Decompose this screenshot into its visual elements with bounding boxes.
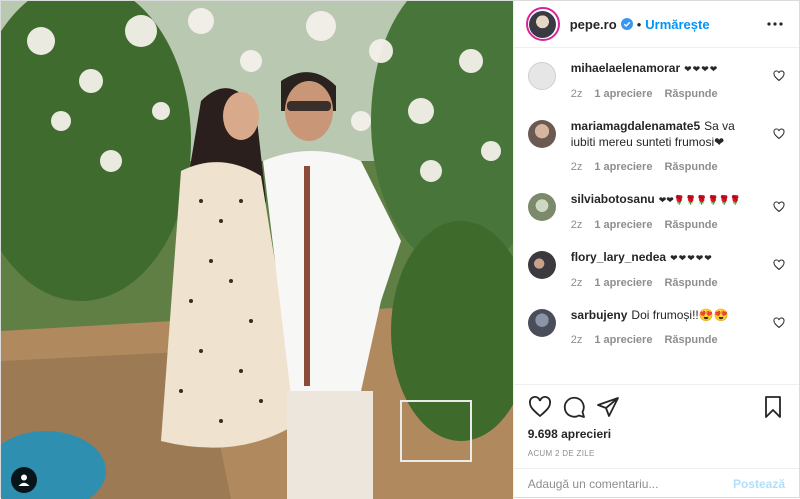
comment-likes[interactable]: 1 apreciere [594, 86, 652, 102]
commenter-avatar[interactable] [527, 193, 556, 221]
share-plane-icon[interactable] [596, 395, 620, 419]
commenter-username[interactable]: flory_lary_nedea [571, 250, 666, 264]
post-timestamp[interactable]: ACUM 2 DE ZILE [528, 449, 785, 458]
like-comment-heart-icon[interactable] [773, 128, 785, 140]
comment-item: mariamagdalenamate5 Sa va iubiti mereu su… [527, 118, 785, 175]
comment-likes[interactable]: 1 apreciere [594, 332, 652, 348]
commenter-username[interactable]: mariamagdalenamate5 [571, 119, 700, 133]
comment-text: ❤❤🌹🌹🌹🌹🌹🌹 [658, 195, 742, 205]
action-icons [528, 393, 785, 421]
comment-likes[interactable]: 1 apreciere [594, 275, 652, 291]
user-icon [18, 474, 30, 486]
verified-badge-icon [620, 18, 633, 30]
header-separator: • [636, 16, 642, 32]
post-header: pepe.ro • Urmărește [513, 1, 799, 48]
comment-text: ❤❤❤❤ [684, 64, 719, 74]
commenter-avatar[interactable] [527, 309, 556, 337]
comment-age[interactable]: 2z [571, 159, 583, 175]
reply-button[interactable]: Răspunde [664, 159, 717, 175]
comment-age[interactable]: 2z [571, 275, 583, 291]
post-comment-button[interactable]: Postează [733, 477, 785, 491]
save-bookmark-icon[interactable] [761, 395, 785, 419]
reply-button[interactable]: Răspunde [664, 86, 717, 102]
post-photo-illustration [1, 1, 513, 499]
comment-bubble-icon[interactable] [562, 395, 586, 419]
instagram-post: pepe.ro • Urmărește mihaelaelenamorar ❤❤❤… [0, 0, 800, 499]
comment-text: Doi frumoși!!😍😍 [631, 308, 729, 322]
reply-button[interactable]: Răspunde [664, 217, 717, 233]
comment-item: sarbujeny Doi frumoși!!😍😍 2z 1 apreciere … [527, 307, 785, 348]
like-comment-heart-icon[interactable] [773, 317, 785, 329]
comment-likes[interactable]: 1 apreciere [594, 159, 652, 175]
commenter-avatar[interactable] [527, 62, 556, 90]
more-options-button[interactable] [765, 14, 785, 34]
comment-item: flory_lary_nedea ❤❤❤❤❤ 2z 1 apreciere Răs… [527, 249, 785, 291]
post-sidebar: pepe.ro • Urmărește mihaelaelenamorar ❤❤❤… [512, 1, 799, 499]
commenter-username[interactable]: sarbujeny [571, 308, 628, 322]
likes-count[interactable]: 9.698 aprecieri [528, 427, 785, 441]
post-photo[interactable] [1, 1, 513, 499]
comment-age[interactable]: 2z [571, 332, 583, 348]
follow-button[interactable]: Urmărește [645, 17, 709, 32]
reply-button[interactable]: Răspunde [664, 275, 717, 291]
comment-age[interactable]: 2z [571, 86, 583, 102]
post-actions: 9.698 aprecieri ACUM 2 DE ZILE [513, 384, 799, 468]
comment-item: silviabotosanu ❤❤🌹🌹🌹🌹🌹🌹 2z 1 apreciere Ră… [527, 191, 785, 233]
reply-button[interactable]: Răspunde [664, 332, 717, 348]
author-avatar[interactable] [525, 7, 560, 41]
like-heart-icon[interactable] [528, 395, 552, 419]
comments-list: mihaelaelenamorar ❤❤❤❤ 2z 1 apreciere Răs… [514, 48, 799, 384]
author-username[interactable]: pepe.ro [570, 17, 617, 32]
commenter-avatar[interactable] [527, 120, 556, 148]
comment-text: ❤❤❤❤❤ [670, 253, 713, 263]
commenter-username[interactable]: silviabotosanu [571, 192, 655, 206]
comment-item: mihaelaelenamorar ❤❤❤❤ 2z 1 apreciere Răs… [527, 60, 785, 102]
comment-input[interactable] [527, 477, 733, 491]
comment-likes[interactable]: 1 apreciere [594, 217, 652, 233]
commenter-username[interactable]: mihaelaelenamorar [571, 61, 680, 75]
commenter-avatar[interactable] [527, 251, 556, 279]
like-comment-heart-icon[interactable] [773, 70, 785, 82]
comment-age[interactable]: 2z [571, 217, 583, 233]
more-horizontal-icon [767, 22, 783, 26]
tagged-users-button[interactable] [11, 467, 37, 493]
like-comment-heart-icon[interactable] [773, 201, 785, 213]
like-comment-heart-icon[interactable] [773, 259, 785, 271]
add-comment-bar: Postează [513, 468, 799, 499]
